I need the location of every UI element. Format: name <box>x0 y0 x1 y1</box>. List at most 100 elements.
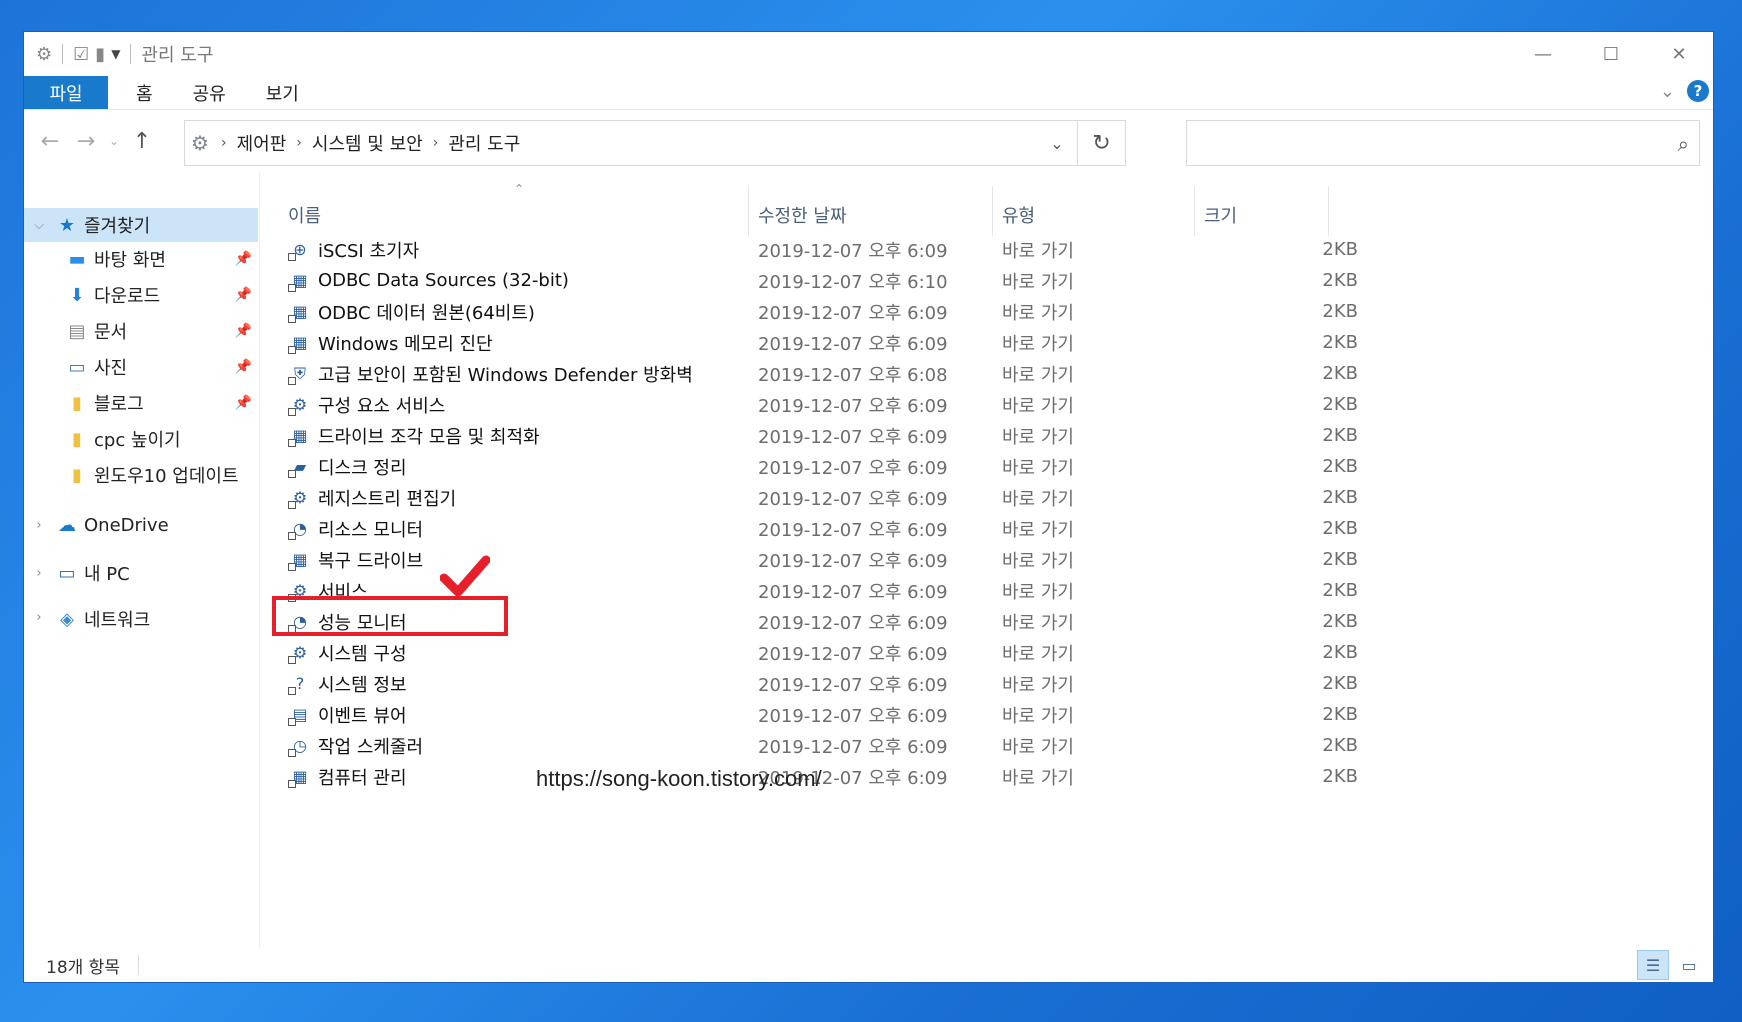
search-icon[interactable]: ⌕ <box>1678 132 1689 156</box>
tab-file[interactable]: 파일 <box>24 76 108 109</box>
sidebar-item-cpc[interactable]: ▮ cpc 높이기 <box>24 422 258 456</box>
breadcrumb-admin-tools[interactable]: 관리 도구 <box>448 130 520 156</box>
file-date: 2019-12-07 오후 6:09 <box>758 643 948 665</box>
network-icon: ◈ <box>60 608 74 630</box>
file-name-cell[interactable]: ▦ 드라이브 조각 모음 및 최적화 <box>288 423 540 449</box>
file-type: 바로 가기 <box>1002 519 1074 541</box>
tab-share[interactable]: 공유 <box>173 76 246 109</box>
file-row[interactable]: ⚙ 시스템 구성 2019-12-07 오후 6:09 바로 가기 2KB <box>262 637 1358 668</box>
file-row[interactable]: ? 시스템 정보 2019-12-07 오후 6:09 바로 가기 2KB <box>262 668 1358 699</box>
shortcut-icon: ▦ <box>288 425 312 447</box>
sidebar-item-downloads[interactable]: ⬇ 다운로드 📌 <box>24 278 258 312</box>
file-row[interactable]: ◷ 작업 스케줄러 2019-12-07 오후 6:09 바로 가기 2KB <box>262 730 1358 761</box>
file-name-cell[interactable]: ⚙ 시스템 구성 <box>288 640 407 666</box>
forward-icon[interactable]: → <box>68 123 104 159</box>
search-input[interactable] <box>1187 121 1648 165</box>
close-button[interactable]: ✕ <box>1645 32 1713 76</box>
breadcrumb-system-security[interactable]: 시스템 및 보안 <box>312 130 423 156</box>
sidebar-item-label: OneDrive <box>84 514 169 536</box>
sidebar-item-pictures[interactable]: ▭ 사진 📌 <box>24 350 258 384</box>
file-row[interactable]: ▰ 디스크 정리 2019-12-07 오후 6:09 바로 가기 2KB <box>262 451 1358 482</box>
breadcrumb-separator-icon[interactable]: › <box>221 135 227 151</box>
column-header-type[interactable]: 유형 <box>1002 198 1035 232</box>
sidebar-item-win10-update[interactable]: ▮ 윈도우10 업데이트 <box>24 458 258 492</box>
file-name-cell[interactable]: ⊕ iSCSI 초기자 <box>288 237 419 263</box>
sidebar-item-blog[interactable]: ▮ 블로그 📌 <box>24 386 258 420</box>
file-name-cell[interactable]: ▦ 컴퓨터 관리 <box>288 764 407 790</box>
sidebar-item-label: cpc 높이기 <box>94 430 181 451</box>
address-dropdown-icon[interactable]: ⌄ <box>1037 121 1077 165</box>
refresh-icon[interactable]: ↻ <box>1077 121 1125 165</box>
properties-icon[interactable]: ☑ <box>73 44 89 65</box>
address-bar[interactable]: ⚙ › 제어판 › 시스템 및 보안 › 관리 도구 ⌄ ↻ <box>184 120 1126 166</box>
expand-chevron-icon[interactable]: › <box>24 518 54 533</box>
file-date: 2019-12-07 오후 6:09 <box>758 705 948 727</box>
expand-chevron-icon[interactable]: › <box>24 610 54 625</box>
pin-icon: 📌 <box>234 287 252 303</box>
collapse-chevron-icon[interactable]: ⌵ <box>24 218 54 233</box>
column-divider[interactable] <box>1194 186 1195 236</box>
control-panel-icon[interactable]: ⚙ <box>36 44 52 65</box>
column-header-date[interactable]: 수정한 날짜 <box>758 198 847 232</box>
file-row[interactable]: ⚙ 레지스트리 편집기 2019-12-07 오후 6:09 바로 가기 2KB <box>262 482 1358 513</box>
details-view-icon[interactable]: ☰ <box>1637 950 1669 980</box>
sidebar-item-onedrive[interactable]: › ☁ OneDrive <box>24 508 258 542</box>
file-row[interactable]: ▤ 이벤트 뷰어 2019-12-07 오후 6:09 바로 가기 2KB <box>262 699 1358 730</box>
expand-chevron-icon[interactable]: › <box>24 566 54 581</box>
column-divider[interactable] <box>748 186 749 236</box>
file-row[interactable]: ▦ 드라이브 조각 모음 및 최적화 2019-12-07 오후 6:09 바로 가기… <box>262 420 1358 451</box>
file-row[interactable]: ⚙ 구성 요소 서비스 2019-12-07 오후 6:09 바로 가기 2KB <box>262 389 1358 420</box>
search-box[interactable]: ⌕ <box>1186 120 1700 166</box>
sidebar-item-desktop[interactable]: ▬ 바탕 화면 📌 <box>24 242 258 276</box>
file-name-cell[interactable]: ▦ ODBC 데이터 원본(64비트) <box>288 299 535 325</box>
file-row[interactable]: ▦ ODBC 데이터 원본(64비트) 2019-12-07 오후 6:09 바로 가… <box>262 296 1358 327</box>
recent-locations-icon[interactable]: ⌄ <box>104 123 124 159</box>
column-header-name[interactable]: 이름 <box>288 198 321 232</box>
file-name-cell[interactable]: ⚙ 레지스트리 편집기 <box>288 485 456 511</box>
new-folder-icon[interactable]: ▮ <box>95 44 105 65</box>
file-row[interactable]: ◔ 리소스 모니터 2019-12-07 오후 6:09 바로 가기 2KB <box>262 513 1358 544</box>
customize-dropdown-icon[interactable]: ▼ <box>111 47 120 61</box>
file-name-cell[interactable]: ? 시스템 정보 <box>288 671 407 697</box>
minimize-button[interactable]: — <box>1509 32 1577 76</box>
file-row[interactable]: ▦ Windows 메모리 진단 2019-12-07 오후 6:09 바로 가기 2K… <box>262 327 1358 358</box>
file-row[interactable]: ▦ ODBC Data Sources (32-bit) 2019-12-07 오후… <box>262 265 1358 296</box>
toolbar-divider <box>62 44 64 64</box>
column-divider[interactable] <box>992 186 993 236</box>
large-icons-view-icon[interactable]: ▭ <box>1673 950 1705 980</box>
maximize-button[interactable]: ☐ <box>1577 32 1645 76</box>
column-header-size[interactable]: 크기 <box>1204 198 1237 232</box>
file-name-cell[interactable]: ◔ 리소스 모니터 <box>288 516 423 542</box>
tab-home[interactable]: 홈 <box>116 76 173 109</box>
file-row[interactable]: ▦ 복구 드라이브 2019-12-07 오후 6:09 바로 가기 2KB <box>262 544 1358 575</box>
file-row[interactable]: ⛨ 고급 보안이 포함된 Windows Defender 방화벽 2019-12-… <box>262 358 1358 389</box>
file-type: 바로 가기 <box>1002 674 1074 696</box>
help-icon[interactable]: ? <box>1687 80 1709 102</box>
file-name-cell[interactable]: ◷ 작업 스케줄러 <box>288 733 423 759</box>
file-row[interactable]: ⊕ iSCSI 초기자 2019-12-07 오후 6:09 바로 가기 2KB <box>262 234 1358 265</box>
file-name-cell[interactable]: ▦ ODBC Data Sources (32-bit) <box>288 270 569 292</box>
computer-icon: ▭ <box>58 562 76 584</box>
sidebar-item-documents[interactable]: ▤ 문서 📌 <box>24 314 258 348</box>
file-name-cell[interactable]: ▰ 디스크 정리 <box>288 454 407 480</box>
file-name-cell[interactable]: ▤ 이벤트 뷰어 <box>288 702 407 728</box>
file-name-cell[interactable]: ▦ 복구 드라이브 <box>288 547 423 573</box>
breadcrumb-control-panel[interactable]: 제어판 <box>237 130 287 156</box>
sidebar-item-network[interactable]: ◈ 네트워크 <box>24 602 258 636</box>
shortcut-icon: ▦ <box>288 332 312 354</box>
breadcrumb-separator-icon[interactable]: › <box>433 135 439 151</box>
file-name-cell[interactable]: ⚙ 구성 요소 서비스 <box>288 392 445 418</box>
sidebar-item-this-pc[interactable]: › ▭ 내 PC <box>24 556 258 590</box>
file-name-cell[interactable]: ⛨ 고급 보안이 포함된 Windows Defender 방화벽 <box>288 361 693 387</box>
breadcrumb-separator-icon[interactable]: › <box>296 135 302 151</box>
file-name: 구성 요소 서비스 <box>318 395 446 417</box>
file-date: 2019-12-07 오후 6:09 <box>758 519 948 541</box>
up-icon[interactable]: ↑ <box>124 123 160 159</box>
column-divider[interactable] <box>1328 186 1329 236</box>
back-icon[interactable]: ← <box>32 123 68 159</box>
tab-view[interactable]: 보기 <box>246 76 319 109</box>
sidebar-item-quick-access[interactable]: ⌵ ★ 즐겨찾기 <box>24 208 258 242</box>
file-name-cell[interactable]: ▦ Windows 메모리 진단 <box>288 330 493 356</box>
expand-ribbon-icon[interactable]: ⌄ <box>1660 81 1675 102</box>
picture-icon: ▭ <box>68 356 86 378</box>
